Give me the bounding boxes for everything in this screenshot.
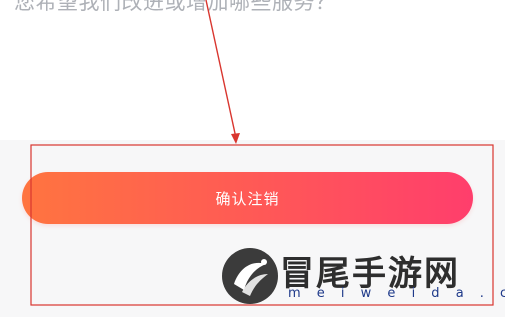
- feedback-section: 您希望我们改进或增加哪些服务？: [0, 0, 505, 140]
- watermark-url: m e i w e i d a . c o m: [288, 286, 505, 301]
- watermark-logo-icon: [222, 248, 278, 304]
- confirm-cancellation-button[interactable]: 确认注销: [22, 172, 473, 224]
- feedback-question: 您希望我们改进或增加哪些服务？: [14, 0, 337, 14]
- app-screen: 您希望我们改进或增加哪些服务？ 确认注销 冒尾手游网 m e i w e i d…: [0, 0, 505, 317]
- confirm-cancellation-label: 确认注销: [215, 189, 280, 208]
